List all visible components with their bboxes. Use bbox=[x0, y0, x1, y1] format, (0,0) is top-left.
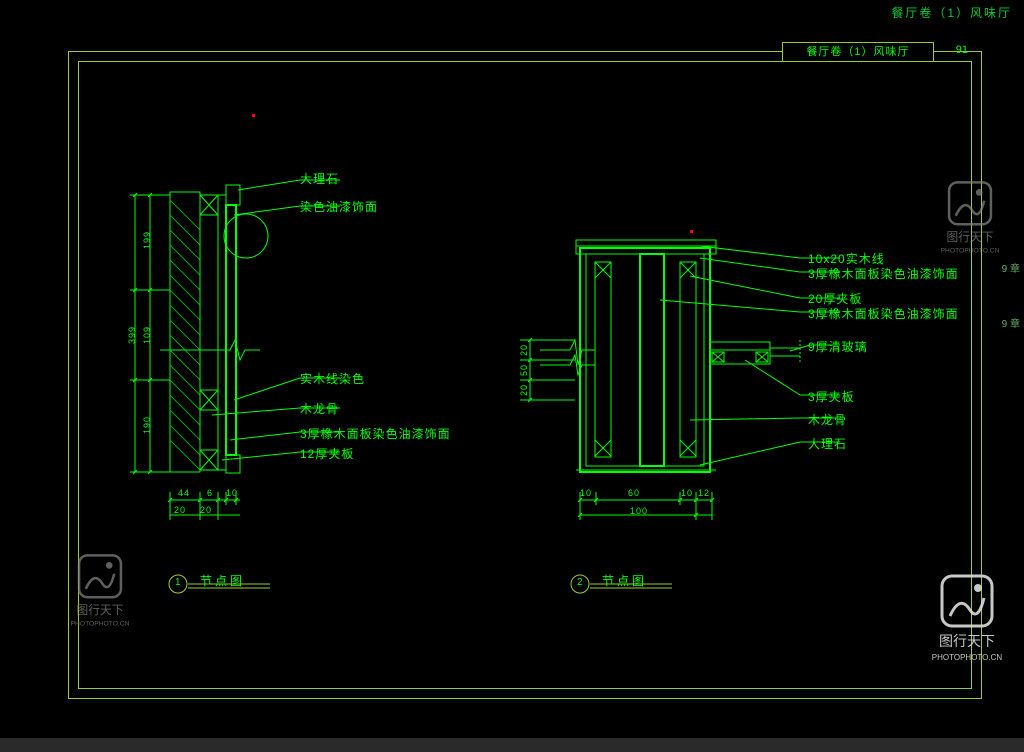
watermark-icon-3: 图行天下 PHOTOPHOTO.CN bbox=[64, 548, 136, 634]
svg-text:PHOTOPHOTO.CN: PHOTOPHOTO.CN bbox=[71, 621, 130, 628]
d2-title-num: 2 bbox=[577, 577, 584, 588]
watermark-icon: 图行天下 PHOTOPHOTO.CN bbox=[924, 568, 1010, 668]
red-marker-2 bbox=[690, 230, 693, 233]
wm-url: PHOTOPHOTO.CN bbox=[932, 653, 1003, 662]
svg-text:图行天下: 图行天下 bbox=[77, 604, 124, 617]
red-marker-1 bbox=[252, 114, 255, 117]
svg-text:PHOTOPHOTO.CN: PHOTOPHOTO.CN bbox=[941, 248, 1000, 255]
watermark-icon-2: 图行天下 PHOTOPHOTO.CN bbox=[934, 175, 1006, 261]
wm-brand: 图行天下 bbox=[939, 634, 995, 650]
d2-title-bubble bbox=[0, 0, 1024, 752]
cad-page: 餐厅卷（1）风味厅 餐厅卷（1）风味厅 91 9 章 9 章 bbox=[0, 0, 1024, 738]
svg-text:图行天下: 图行天下 bbox=[947, 231, 994, 244]
d2-title: 节点图 bbox=[602, 572, 647, 589]
